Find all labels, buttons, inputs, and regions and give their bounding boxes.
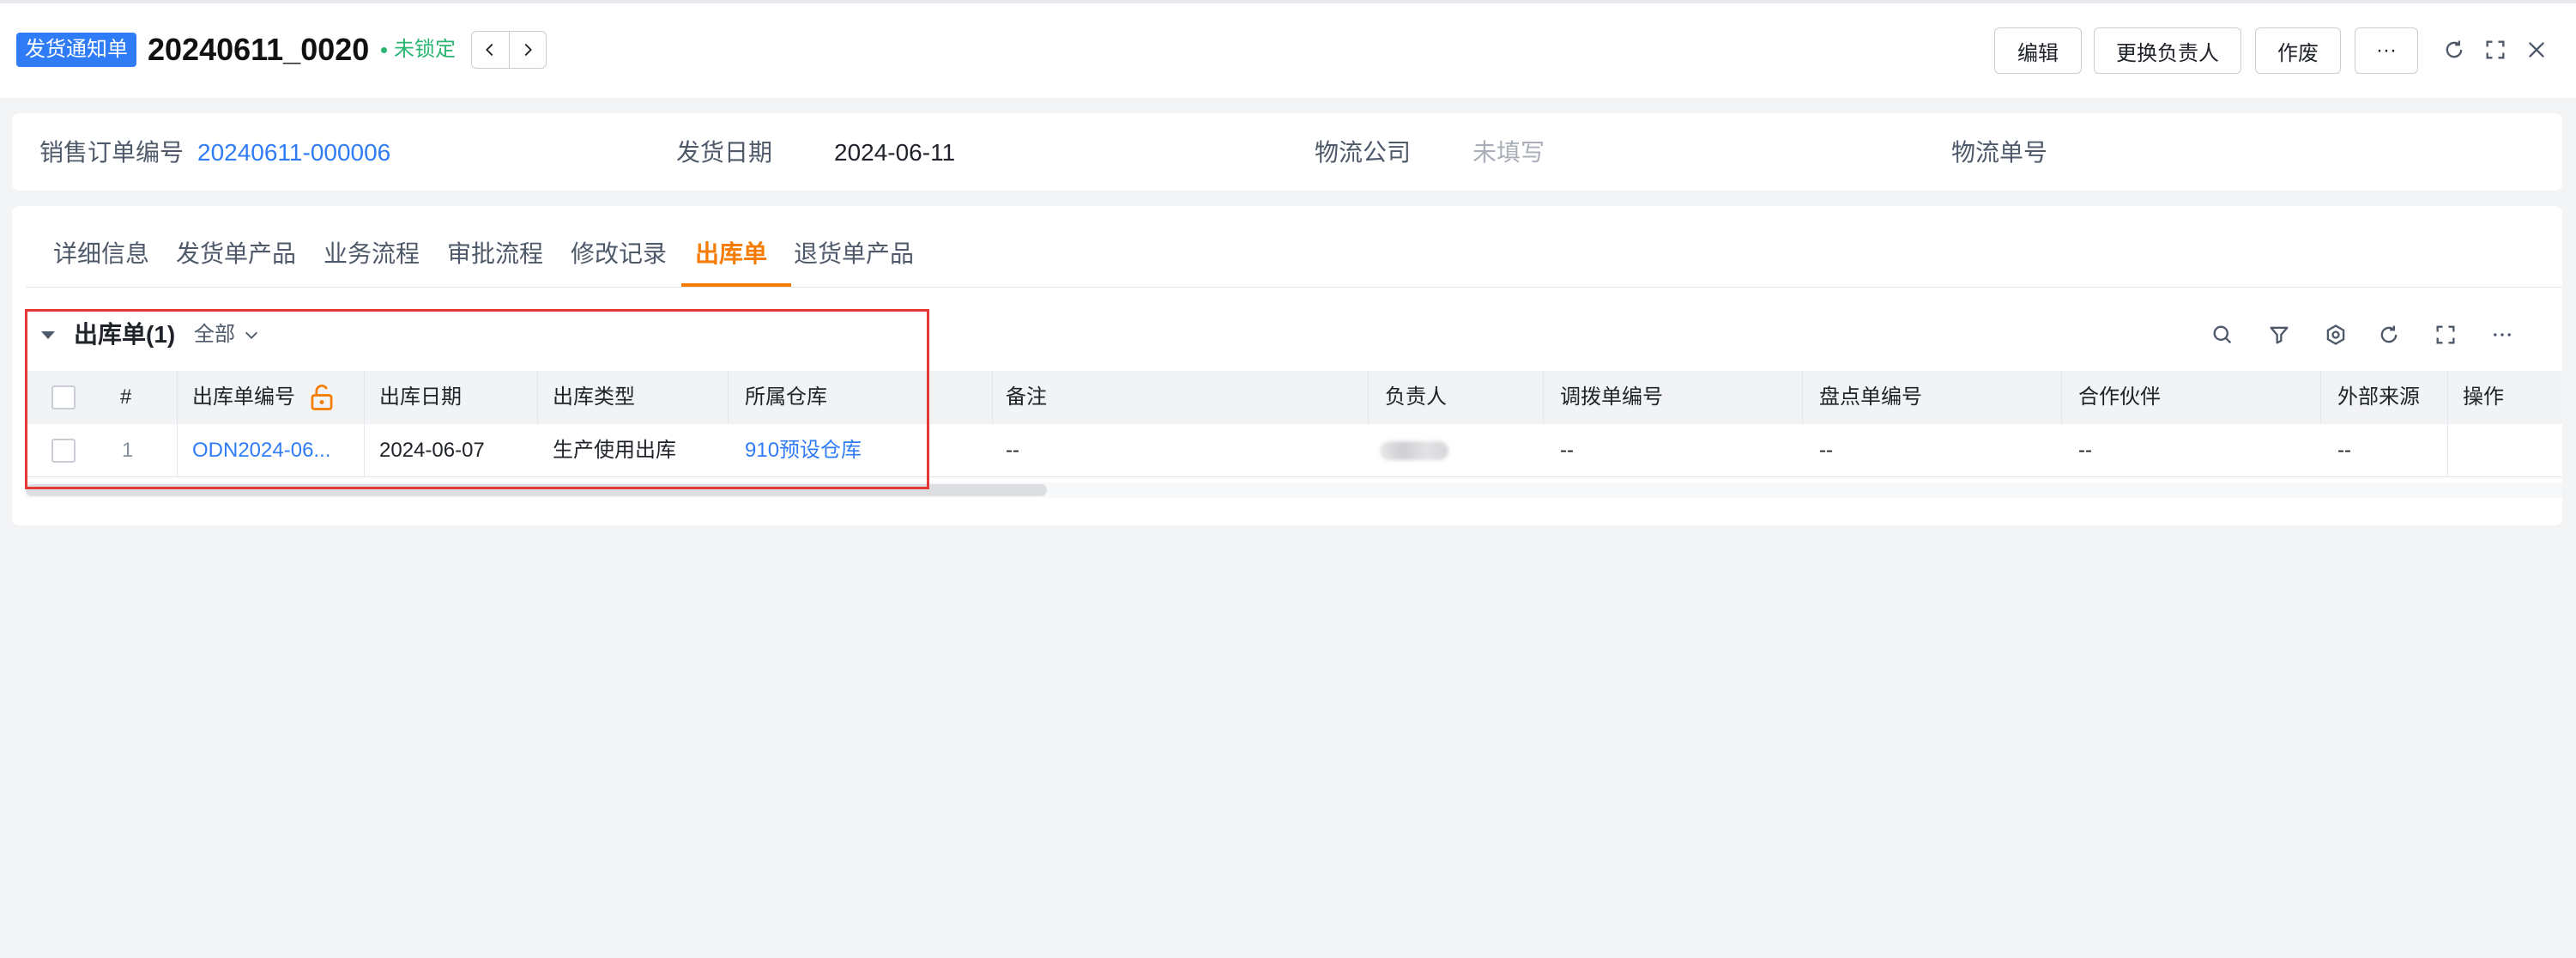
select-all-checkbox[interactable] — [51, 385, 76, 409]
row-checkbox[interactable] — [51, 439, 76, 463]
column-divider — [2447, 424, 2448, 477]
transfer-no-value: -- — [1560, 439, 1574, 462]
column-divider — [1802, 371, 1803, 424]
col-index: # — [120, 385, 132, 409]
col-outbound-type: 出库类型 — [553, 385, 635, 409]
column-divider — [177, 424, 178, 477]
col-warehouse: 所属仓库 — [745, 385, 827, 409]
unlock-icon[interactable] — [309, 384, 335, 411]
page-header: 发货通知单 20240611_0020 未锁定 编辑 更换负责人 作废 ··· — [0, 0, 2576, 98]
section-header[interactable]: 出库单(1) — [41, 318, 175, 352]
column-divider — [1368, 371, 1369, 424]
horizontal-scrollbar-thumb[interactable] — [26, 484, 1047, 496]
col-outbound-no[interactable]: 出库单编号 — [192, 371, 295, 424]
more-icon[interactable] — [2488, 321, 2516, 349]
tab-outbound-orders[interactable]: 出库单 — [695, 237, 767, 271]
table-header: # 出库单编号 出库日期 出库类型 所属仓库 备注 负责人 调拨单编号 盘点单编… — [26, 371, 2562, 424]
change-owner-button[interactable]: 更换负责人 — [2094, 27, 2241, 74]
void-button[interactable]: 作废 — [2255, 27, 2341, 74]
edit-button[interactable]: 编辑 — [1994, 27, 2082, 74]
warehouse-link[interactable]: 910预设仓库 — [745, 424, 862, 477]
fullscreen-icon[interactable] — [2482, 36, 2509, 64]
table-row[interactable]: 1 ODN2024-06... 2024-06-07 生产使用出库 910预设仓… — [26, 424, 2562, 477]
search-icon[interactable] — [2209, 321, 2236, 349]
lock-status: 未锁定 — [381, 34, 456, 65]
scope-dropdown[interactable]: 全部 — [194, 319, 261, 350]
document-number: 20240611_0020 — [148, 32, 370, 67]
summary-card: 销售订单编号 20240611-000006 发货日期 2024-06-11 物… — [12, 113, 2562, 191]
scope-label: 全部 — [194, 323, 235, 346]
settings-icon[interactable] — [2322, 321, 2349, 349]
sales-order-label: 销售订单编号 — [39, 139, 184, 166]
column-divider — [1543, 371, 1544, 424]
column-divider — [2447, 371, 2448, 424]
ship-date-label: 发货日期 — [676, 139, 773, 166]
tab-business-flow[interactable]: 业务流程 — [324, 237, 420, 271]
status-dot — [381, 47, 387, 54]
logistics-company-value: 未填写 — [1472, 139, 1545, 166]
ship-date-value: 2024-06-11 — [834, 139, 956, 166]
chevron-left-icon — [486, 43, 493, 57]
col-outbound-date: 出库日期 — [379, 385, 462, 409]
chevron-right-icon — [524, 43, 532, 57]
tab-detail-info[interactable]: 详细信息 — [53, 237, 149, 271]
column-divider — [537, 371, 538, 424]
lock-status-text: 未锁定 — [394, 38, 456, 61]
tab-return-products[interactable]: 退货单产品 — [794, 237, 914, 271]
col-remark: 备注 — [1006, 385, 1047, 409]
col-owner: 负责人 — [1385, 385, 1447, 409]
fullscreen-icon[interactable] — [2432, 321, 2459, 349]
refresh-icon[interactable] — [2440, 36, 2468, 64]
column-divider — [177, 371, 178, 424]
column-divider — [992, 371, 993, 424]
col-actions: 操作 — [2463, 385, 2504, 409]
detail-card: 详细信息 发货单产品 业务流程 审批流程 修改记录 出库单 退货单产品 出库单(… — [12, 206, 2562, 525]
tab-divider — [26, 287, 2562, 288]
sales-order-link[interactable]: 20240611-000006 — [197, 136, 390, 170]
tab-change-log[interactable]: 修改记录 — [571, 237, 667, 271]
column-divider — [2320, 371, 2321, 424]
column-divider — [364, 424, 365, 477]
col-inventory-no: 盘点单编号 — [1819, 385, 1922, 409]
tab-shipping-products[interactable]: 发货单产品 — [176, 237, 296, 271]
tab-bar: 详细信息 发货单产品 业务流程 审批流程 修改记录 出库单 退货单产品 — [12, 206, 2562, 288]
external-source-value: -- — [2337, 439, 2351, 462]
filter-icon[interactable] — [2265, 321, 2293, 349]
prev-record-button[interactable] — [472, 32, 509, 68]
chevron-down-icon — [245, 331, 258, 339]
tab-approval-flow[interactable]: 审批流程 — [447, 237, 543, 271]
section-title: 出库单(1) — [74, 321, 176, 348]
logistics-no-label: 物流单号 — [1951, 139, 2048, 166]
col-transfer-no: 调拨单编号 — [1560, 385, 1663, 409]
inventory-no-value: -- — [1819, 439, 1833, 462]
owner-avatar-blurred — [1380, 441, 1448, 460]
outbound-date: 2024-06-07 — [379, 439, 485, 462]
outbound-no-link[interactable]: ODN2024-06... — [192, 424, 354, 477]
doc-type-tag: 发货通知单 — [16, 33, 136, 67]
column-divider — [364, 371, 365, 424]
col-external-source: 外部来源 — [2337, 385, 2420, 409]
remark-value: -- — [1006, 439, 1019, 462]
refresh-icon[interactable] — [2375, 321, 2403, 349]
more-actions-button[interactable]: ··· — [2355, 27, 2418, 74]
next-record-button[interactable] — [508, 32, 547, 68]
row-index: 1 — [122, 439, 134, 462]
column-divider — [728, 371, 729, 424]
partner-value: -- — [2078, 439, 2092, 462]
close-icon[interactable] — [2523, 36, 2550, 64]
logistics-company-label: 物流公司 — [1315, 139, 1412, 166]
column-divider — [2061, 371, 2062, 424]
collapse-caret-icon[interactable] — [41, 330, 55, 339]
outbound-type: 生产使用出库 — [553, 439, 676, 462]
record-navigation — [471, 31, 547, 69]
col-partner: 合作伙伴 — [2078, 385, 2161, 409]
